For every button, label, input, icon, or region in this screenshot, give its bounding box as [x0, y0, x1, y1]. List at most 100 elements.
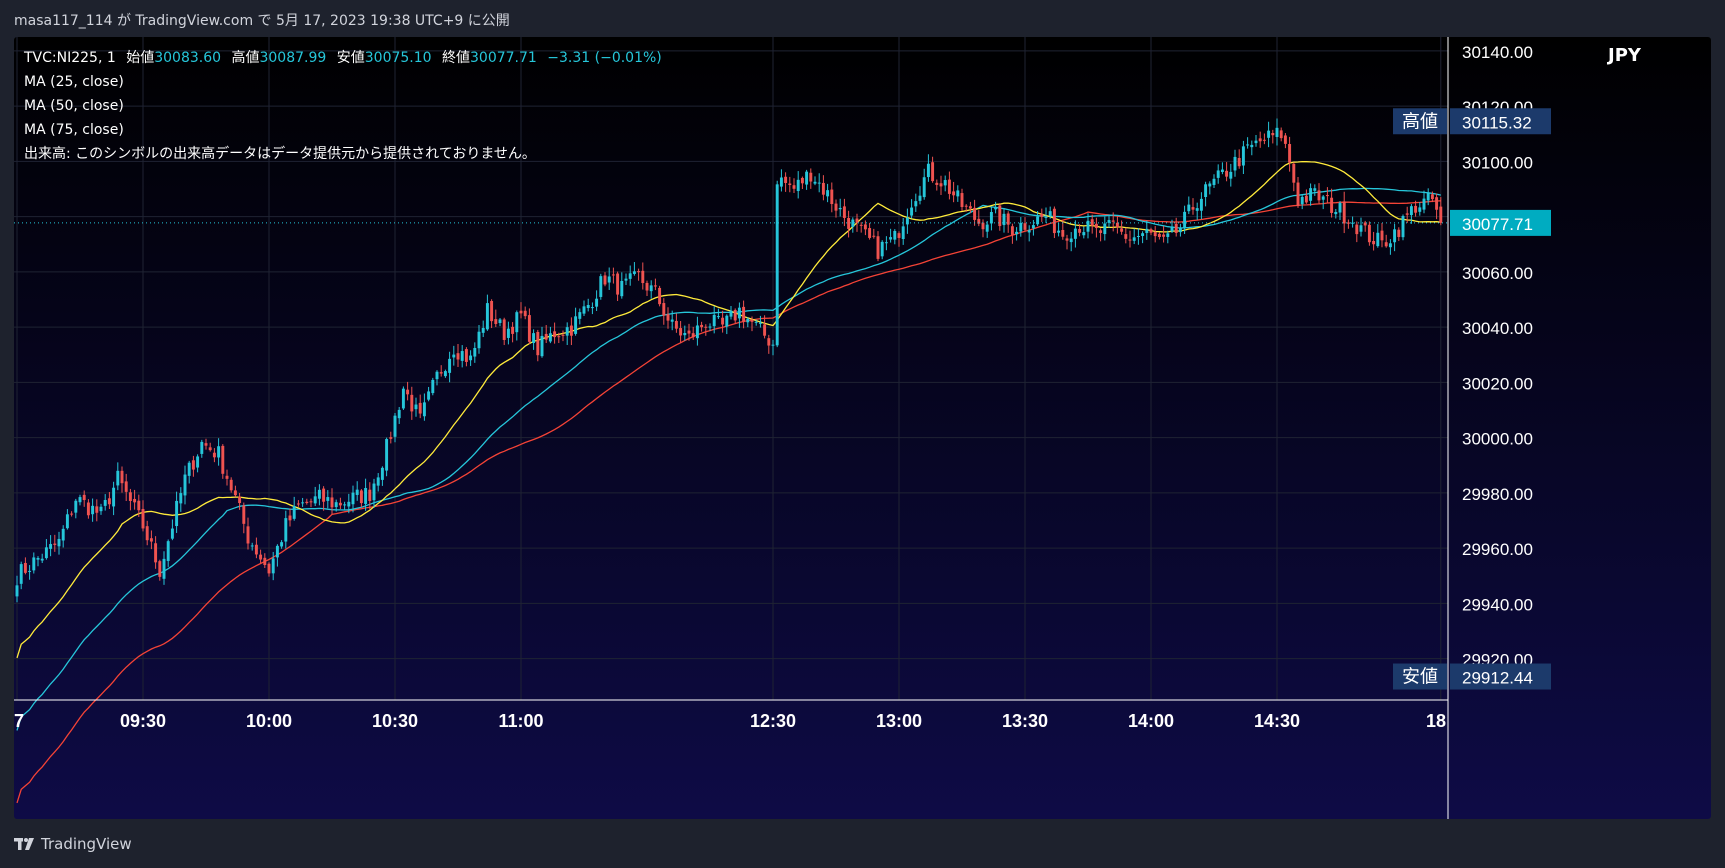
- candle-body: [641, 270, 645, 284]
- candle-body: [1384, 242, 1388, 247]
- candle-body: [582, 306, 586, 314]
- candle-body: [427, 391, 431, 400]
- time-tick-label: 12:30: [750, 711, 796, 731]
- candle-body: [275, 545, 279, 558]
- candle[interactable]: [1367, 221, 1371, 246]
- candle-body: [1435, 197, 1439, 210]
- legend-ma25[interactable]: MA (25, close): [24, 70, 662, 94]
- candle-body: [1241, 146, 1245, 166]
- candle[interactable]: [431, 377, 435, 396]
- candle-body: [637, 271, 641, 273]
- candle-body: [1078, 228, 1082, 233]
- candle-body: [674, 320, 678, 329]
- candle-body: [973, 207, 977, 220]
- candle-body: [259, 554, 263, 560]
- candle-body: [687, 330, 691, 334]
- candle-body: [149, 538, 153, 542]
- candle-body: [91, 505, 95, 515]
- candle-body: [1040, 213, 1044, 217]
- time-tick-label: 14:30: [1254, 711, 1300, 731]
- candle-body: [746, 318, 750, 323]
- candle-body: [1120, 228, 1124, 232]
- candle-body: [393, 415, 397, 437]
- candle-body: [956, 190, 960, 197]
- candle-body: [809, 172, 813, 182]
- candle-body: [313, 496, 317, 504]
- candle[interactable]: [385, 437, 389, 477]
- candle-body: [964, 205, 968, 207]
- candle-body: [1212, 178, 1216, 185]
- candle-body: [1103, 223, 1107, 235]
- candle[interactable]: [401, 386, 405, 411]
- footer-brand[interactable]: TradingView: [41, 835, 132, 853]
- candle-body: [939, 183, 943, 187]
- candle-body: [880, 241, 884, 257]
- candle-body: [1183, 211, 1187, 229]
- candle-body: [1372, 240, 1376, 245]
- candle[interactable]: [775, 180, 779, 348]
- candle-body: [280, 542, 284, 547]
- candle-body: [947, 179, 951, 194]
- candle-body: [1178, 227, 1182, 233]
- candle-body: [725, 315, 729, 327]
- candle[interactable]: [221, 444, 225, 479]
- tradingview-logo-icon: [14, 837, 34, 850]
- legend-close-label: 終値: [442, 50, 471, 66]
- high-tag: 高値 30115.32: [1393, 108, 1551, 135]
- candle-body: [120, 470, 124, 484]
- candle[interactable]: [658, 285, 662, 307]
- candle-body: [53, 543, 57, 545]
- candle-body: [779, 177, 783, 187]
- candle-body: [1031, 225, 1035, 229]
- currency-label[interactable]: JPY: [1608, 45, 1641, 66]
- legend-ma75[interactable]: MA (75, close): [24, 118, 662, 142]
- candle-body: [595, 298, 599, 307]
- candle-body: [376, 477, 380, 486]
- candle-body: [1279, 130, 1283, 139]
- candle[interactable]: [1401, 214, 1405, 241]
- time-tick-label: 14:00: [1128, 711, 1174, 731]
- candle-body: [317, 489, 321, 499]
- time-tick-label: 18: [1426, 711, 1446, 731]
- candle-body: [1262, 139, 1266, 141]
- candle-body: [817, 182, 821, 184]
- candle-body: [632, 271, 636, 274]
- candle-body: [347, 501, 351, 507]
- candle-body: [519, 310, 523, 314]
- candle-body: [926, 163, 930, 178]
- candle-body: [410, 394, 414, 412]
- candle-body: [44, 547, 48, 559]
- candle-body: [679, 328, 683, 336]
- legend-ohlc-row: TVC:NI225, 1 始値30083.60 高値30087.99 安値300…: [24, 46, 662, 70]
- candle[interactable]: [599, 273, 603, 300]
- price-tick-label: 29960.00: [1462, 540, 1533, 559]
- candle-body: [1250, 144, 1254, 148]
- candle-body: [166, 541, 170, 561]
- candle-body: [443, 371, 447, 377]
- candle-body: [758, 322, 762, 324]
- candle-body: [212, 452, 216, 458]
- candle-body: [805, 171, 809, 185]
- candle-body: [418, 402, 422, 414]
- candle-body: [586, 304, 590, 309]
- candle-body: [380, 467, 384, 480]
- legend-symbol[interactable]: TVC:NI225, 1: [24, 50, 116, 66]
- candle-body: [431, 379, 435, 394]
- candle-body: [1057, 230, 1061, 233]
- candle-body: [435, 371, 439, 380]
- candle-body: [401, 388, 405, 409]
- candle-body: [1409, 206, 1413, 216]
- candle-body: [784, 176, 788, 183]
- candle-body: [498, 319, 502, 323]
- candle-body: [620, 280, 624, 297]
- legend-ma50[interactable]: MA (50, close): [24, 94, 662, 118]
- time-tick-label: 10:00: [246, 711, 292, 731]
- candle-body: [788, 183, 792, 185]
- legend-volume-note: 出来高: このシンボルの出来高データはデータ提供元から提供されておりません。: [24, 146, 536, 162]
- candle-body: [649, 285, 653, 292]
- candle-body: [74, 500, 78, 513]
- chart-pane[interactable]: 29920.00 29940.00 29960.00 29980.00 30000.00…: [14, 37, 1711, 819]
- candle-body: [1397, 229, 1401, 237]
- candle-body: [137, 500, 141, 511]
- candle-body: [103, 499, 107, 506]
